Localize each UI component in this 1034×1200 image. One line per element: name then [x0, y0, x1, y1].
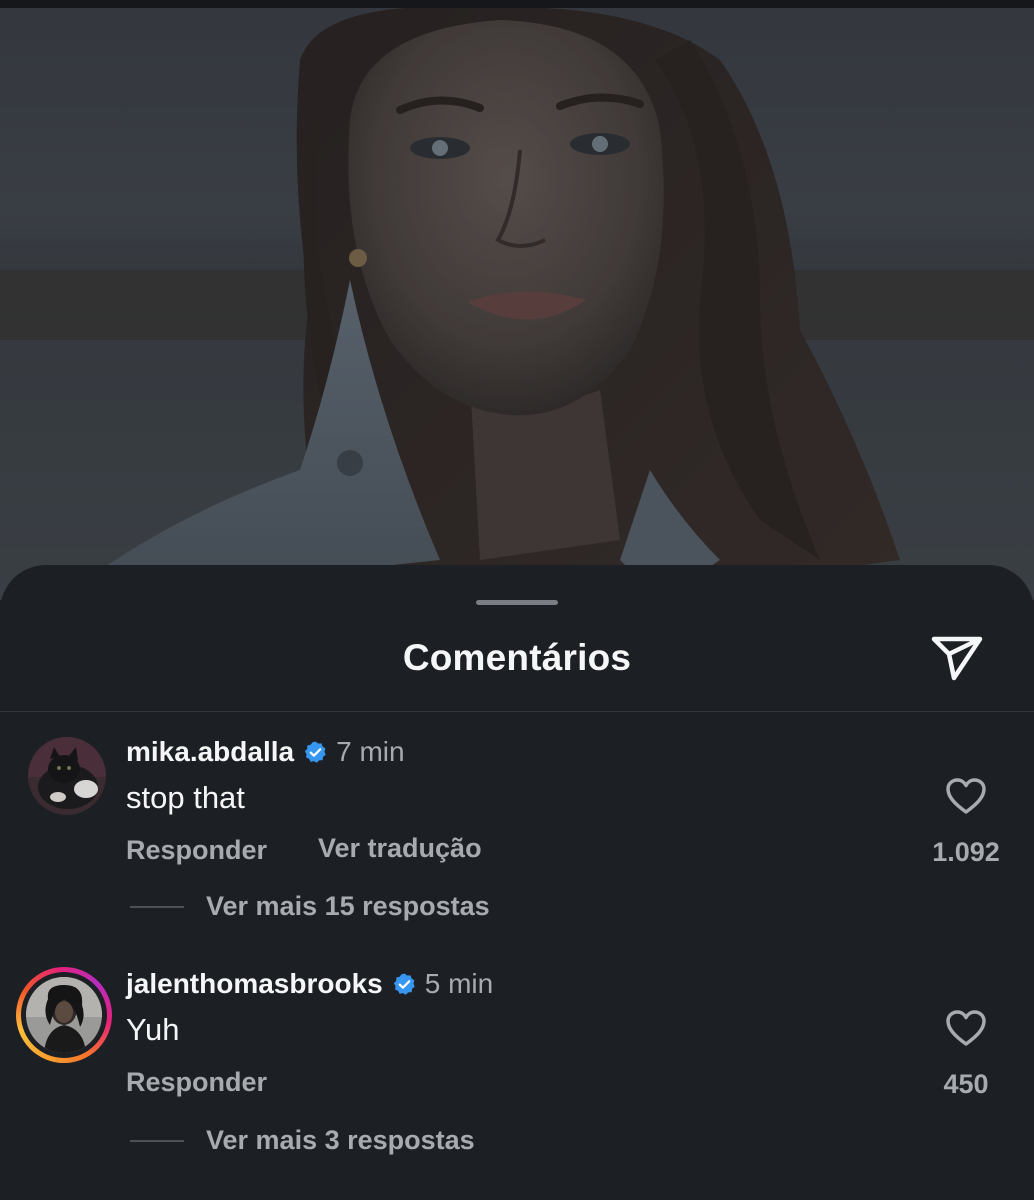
- comment-username[interactable]: jalenthomasbrooks: [126, 967, 383, 1001]
- header-divider: [0, 711, 1034, 712]
- sheet-grabber-handle[interactable]: [476, 600, 558, 605]
- replies-line: [130, 1139, 184, 1142]
- see-translation-button[interactable]: Ver tradução: [318, 833, 482, 864]
- reply-button[interactable]: Responder: [126, 1067, 267, 1098]
- comment-header: mika.abdalla 7 min: [126, 735, 405, 769]
- comments-sheet: Comentários mika.abdalla 7 min stop that…: [0, 565, 1034, 1200]
- view-more-replies-label: Ver mais 3 respostas: [206, 1125, 475, 1155]
- avatar-person-image: [26, 977, 102, 1053]
- comment-item: mika.abdalla 7 min stop that Responder V…: [0, 735, 1034, 955]
- share-button[interactable]: [926, 629, 988, 685]
- comment-item: jalenthomasbrooks 5 min Yuh Responder 45…: [0, 967, 1034, 1187]
- portrait-illustration: [0, 0, 1034, 600]
- comment-header: jalenthomasbrooks 5 min: [126, 967, 493, 1001]
- replies-line: [130, 905, 184, 908]
- verified-badge-icon: [392, 972, 417, 997]
- avatar-cat-image: [28, 737, 106, 815]
- story-ring[interactable]: [16, 967, 112, 1063]
- like-count: 450: [943, 1069, 989, 1099]
- comment-text: stop that: [126, 780, 245, 815]
- status-strip: [0, 0, 1034, 8]
- verified-badge-icon: [303, 740, 328, 765]
- heart-icon: [946, 778, 986, 814]
- comment-username[interactable]: mika.abdalla: [126, 735, 294, 769]
- sheet-title: Comentários: [402, 637, 632, 678]
- comment-text: Yuh: [126, 1012, 180, 1047]
- like-button[interactable]: [941, 1005, 991, 1051]
- view-more-replies-label: Ver mais 15 respostas: [206, 891, 490, 921]
- post-photo-background: [0, 0, 1034, 600]
- comment-timestamp: 7 min: [336, 736, 405, 767]
- avatar: [26, 977, 102, 1053]
- send-paper-plane-icon: [931, 636, 983, 681]
- avatar[interactable]: [28, 737, 106, 815]
- reply-button[interactable]: Responder: [126, 835, 267, 866]
- view-more-replies[interactable]: Ver mais 15 respostas: [130, 891, 490, 922]
- comment-timestamp: 5 min: [424, 968, 494, 999]
- screen: Comentários mika.abdalla 7 min stop that…: [0, 0, 1034, 1200]
- heart-icon: [946, 1010, 986, 1046]
- like-count: 1.092: [932, 837, 1000, 867]
- like-button[interactable]: [941, 773, 991, 819]
- view-more-replies[interactable]: Ver mais 3 respostas: [130, 1125, 475, 1156]
